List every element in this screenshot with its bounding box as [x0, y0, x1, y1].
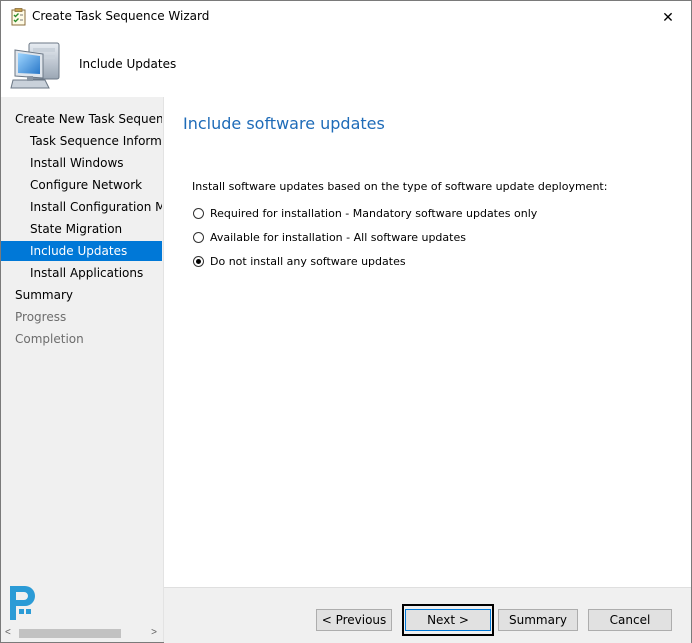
next-button[interactable]: Next > — [405, 609, 491, 631]
close-button[interactable]: ✕ — [653, 4, 683, 30]
sidebar-item-install-applications[interactable]: Install Applications — [1, 263, 162, 283]
sidebar-item-create-new-task-sequence[interactable]: Create New Task Sequence — [1, 109, 162, 129]
instruction-text: Install software updates based on the ty… — [192, 180, 608, 193]
sidebar-horizontal-scrollbar[interactable]: < > — [1, 625, 162, 642]
scrollbar-thumb[interactable] — [19, 629, 121, 638]
sidebar-item-configure-network[interactable]: Configure Network — [1, 175, 162, 195]
radio-button-selected[interactable] — [193, 255, 204, 267]
radio-option-available[interactable]: Available for installation - All softwar… — [193, 229, 466, 245]
wizard-window: Create Task Sequence Wizard ✕ Include Up… — [0, 0, 692, 643]
cancel-button[interactable]: Cancel — [588, 609, 672, 631]
previous-button[interactable]: < Previous — [316, 609, 392, 631]
sidebar-item-install-configuration-manager[interactable]: Install Configuration Mar — [1, 197, 162, 217]
wizard-steps-sidebar: Create New Task Sequence Task Sequence I… — [1, 97, 164, 642]
computer-icon — [10, 42, 60, 89]
scroll-right-icon[interactable]: > — [151, 627, 157, 638]
close-icon: ✕ — [662, 9, 674, 25]
wizard-header: Include Updates — [1, 32, 691, 97]
radio-option-required[interactable]: Required for installation - Mandatory so… — [193, 205, 537, 221]
sidebar-item-summary[interactable]: Summary — [1, 285, 162, 305]
sidebar-item-progress: Progress — [15, 310, 67, 324]
main-content: Include software updates Install softwar… — [164, 97, 691, 587]
sidebar-item-install-windows[interactable]: Install Windows — [1, 153, 162, 173]
radio-option-do-not-install[interactable]: Do not install any software updates — [193, 253, 406, 269]
page-title: Include software updates — [183, 114, 385, 133]
brand-logo-icon — [10, 586, 35, 620]
radio-button[interactable] — [193, 207, 204, 219]
task-sequence-icon — [11, 8, 26, 26]
sidebar-item-completion: Completion — [15, 332, 84, 346]
header-title: Include Updates — [79, 57, 177, 71]
radio-label: Do not install any software updates — [210, 254, 406, 268]
radio-button[interactable] — [193, 231, 204, 243]
wizard-footer: < Previous Next > Summary Cancel — [164, 587, 691, 643]
radio-label: Available for installation - All softwar… — [210, 230, 466, 244]
window-title: Create Task Sequence Wizard — [32, 9, 210, 23]
summary-button[interactable]: Summary — [498, 609, 578, 631]
sidebar-item-include-updates[interactable]: Include Updates — [1, 241, 162, 261]
scroll-left-icon[interactable]: < — [5, 627, 11, 638]
title-bar: Create Task Sequence Wizard ✕ — [1, 1, 691, 32]
sidebar-item-task-sequence-information[interactable]: Task Sequence Informati — [1, 131, 162, 151]
sidebar-item-state-migration[interactable]: State Migration — [1, 219, 162, 239]
radio-label: Required for installation - Mandatory so… — [210, 206, 538, 220]
